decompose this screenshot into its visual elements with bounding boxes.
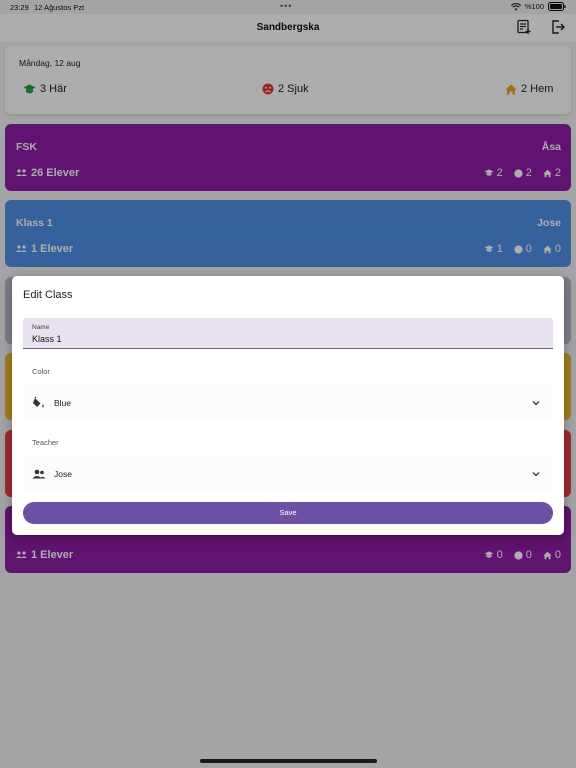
edit-class-dialog: Edit Class Name Color Blue Teacher Jose … (12, 276, 564, 535)
chevron-down-icon (532, 472, 540, 477)
home-indicator[interactable] (200, 759, 377, 763)
name-field-label: Name (32, 324, 50, 331)
teacher-value: Jose (54, 469, 72, 479)
teacher-label: Teacher (32, 438, 59, 447)
color-value: Blue (54, 398, 72, 408)
color-label: Color (32, 367, 50, 376)
color-select[interactable]: Blue (23, 385, 553, 421)
chevron-down-icon (532, 401, 540, 406)
dialog-title: Edit Class (23, 289, 73, 301)
teacher-select[interactable]: Jose (23, 456, 553, 492)
people-icon (32, 469, 46, 479)
save-button[interactable]: Save (23, 502, 553, 524)
name-input[interactable] (32, 334, 532, 344)
paint-bucket-icon (33, 396, 44, 408)
name-field[interactable]: Name (23, 318, 553, 349)
